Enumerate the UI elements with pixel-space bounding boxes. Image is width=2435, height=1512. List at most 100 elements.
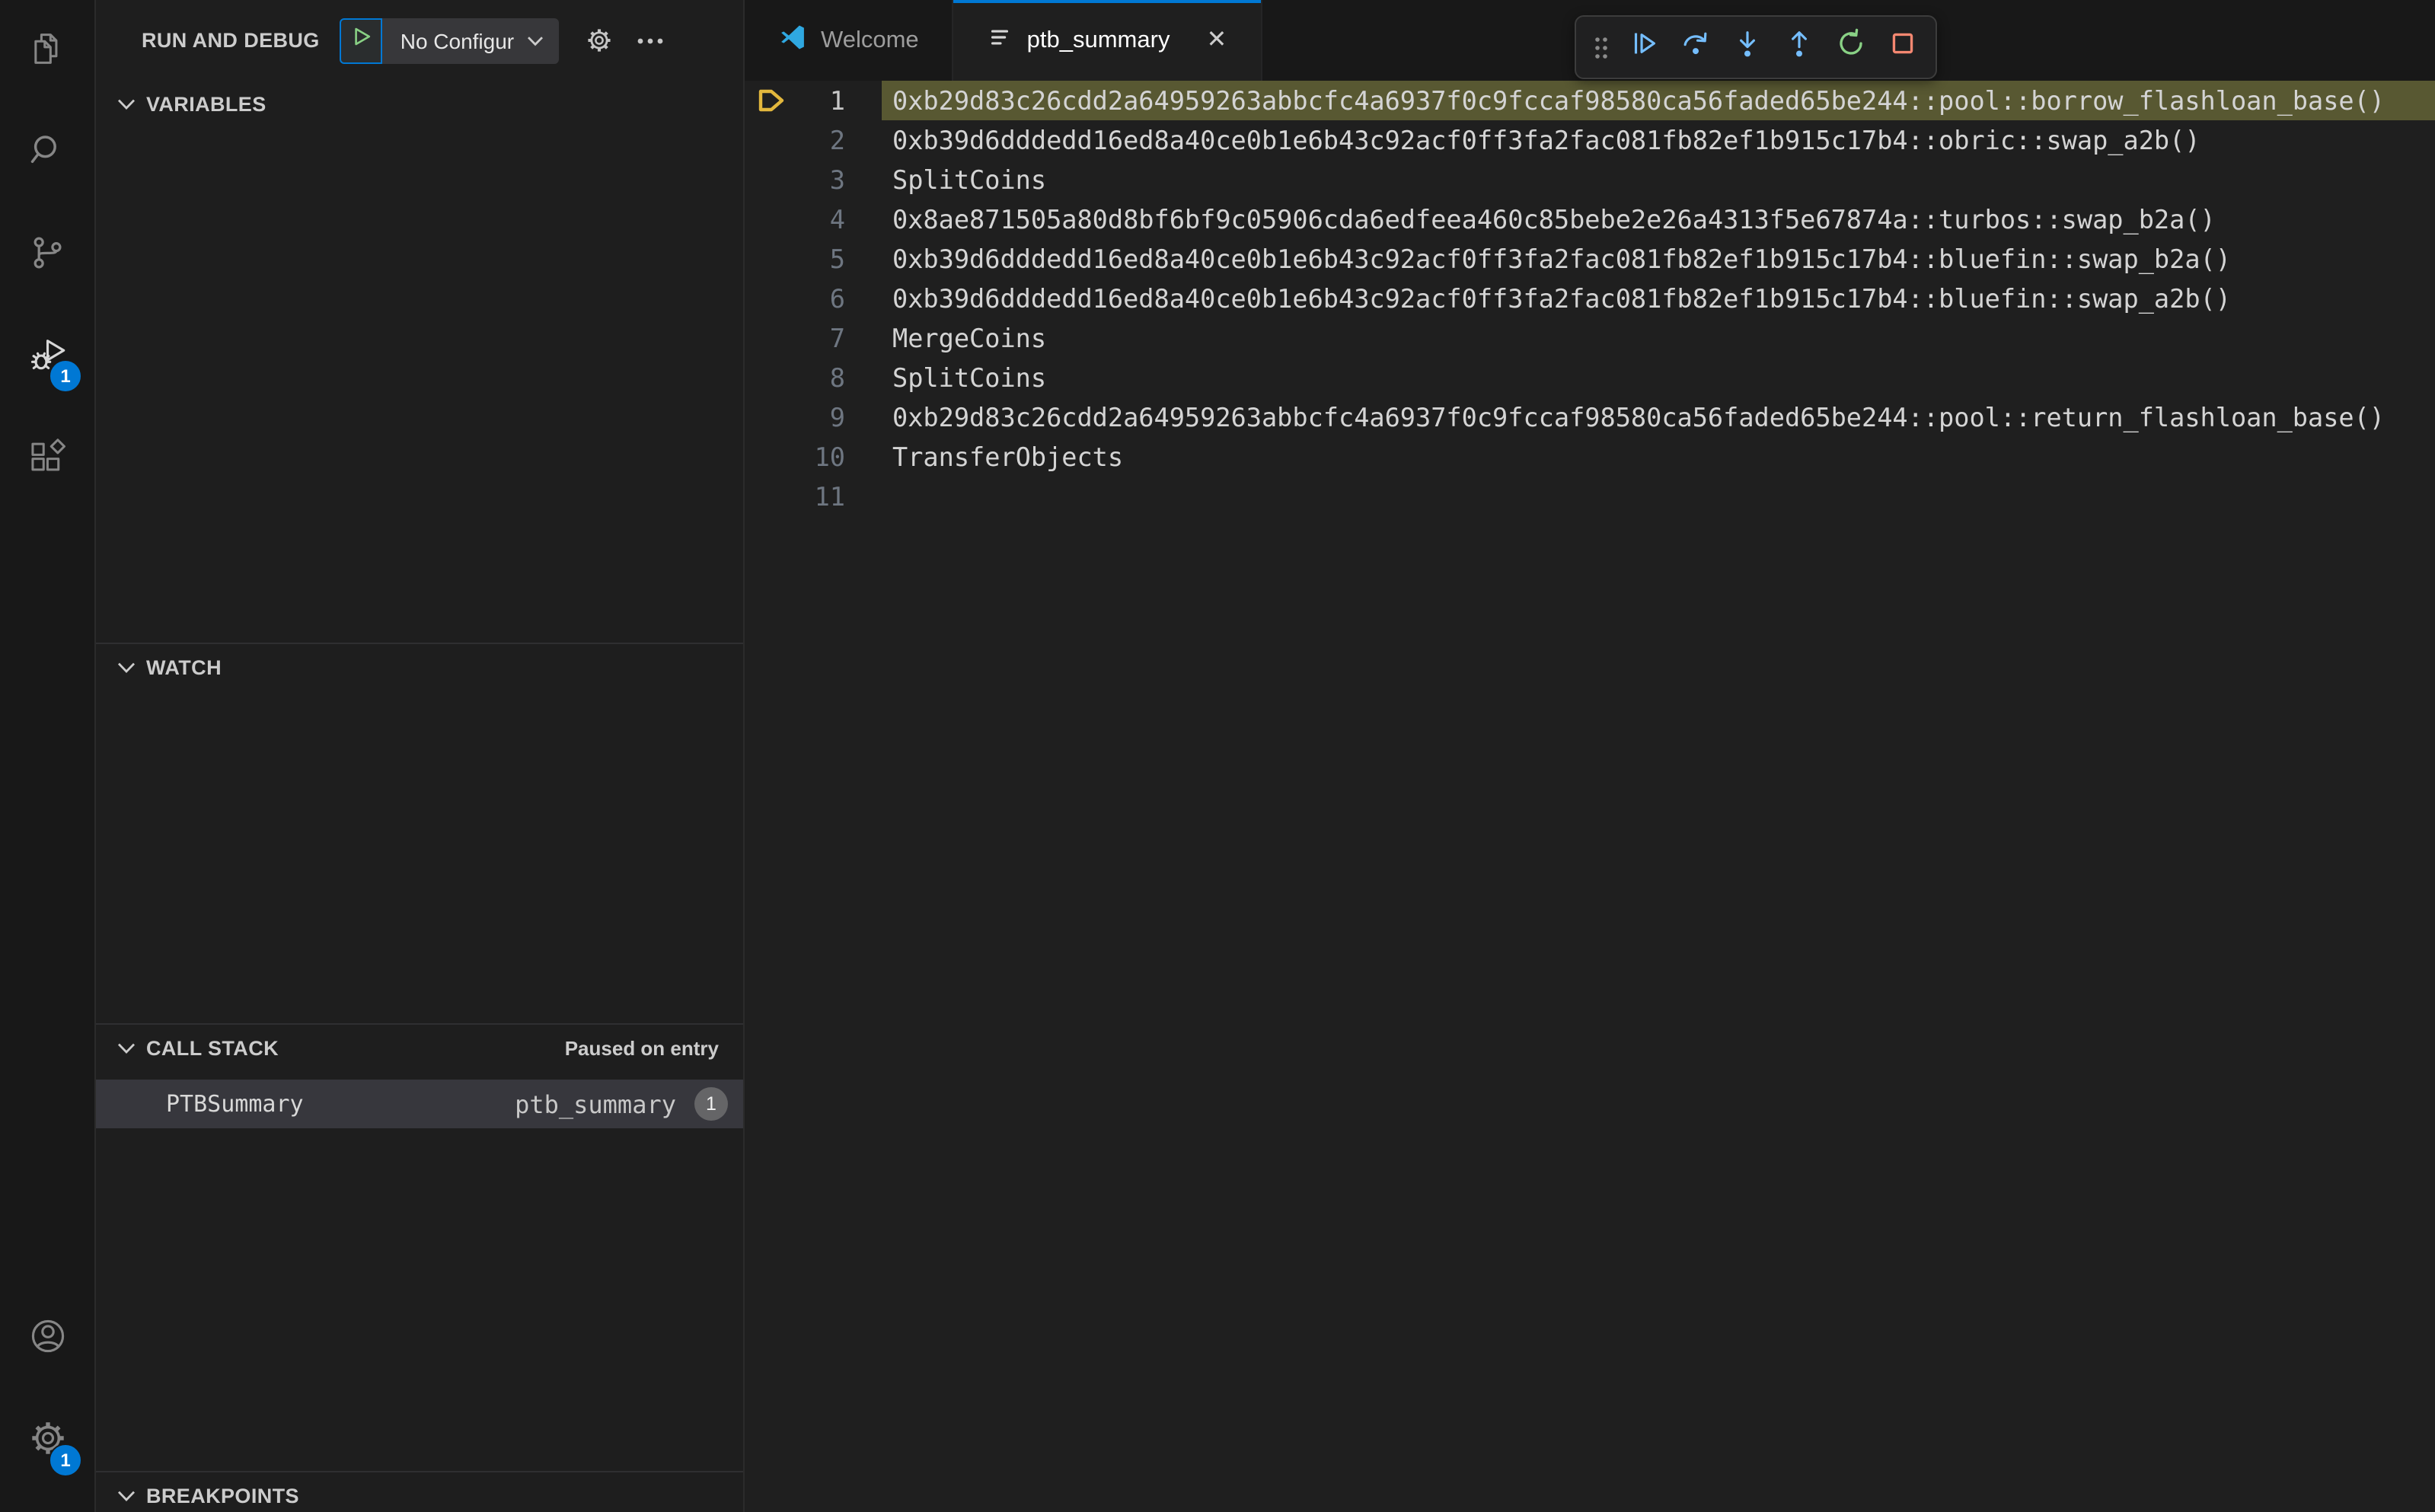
account-icon <box>27 1316 68 1364</box>
call-stack-section: CALL STACK Paused on entry PTBSummary pt… <box>96 1023 743 1471</box>
continue-icon <box>1628 27 1660 67</box>
editor-line[interactable]: 11 <box>745 477 2435 516</box>
line-number: 6 <box>829 283 845 314</box>
line-number: 4 <box>829 204 845 234</box>
breakpoint-gutter[interactable] <box>745 199 796 239</box>
code-text: 0xb39d6dddedd16ed8a40ce0b1e6b43c92acf0ff… <box>892 283 2231 314</box>
code-editor[interactable]: 1 0xb29d83c26cdd2a64959263abbcfc4a6937f0… <box>745 81 2435 1512</box>
line-number: 9 <box>829 402 845 432</box>
variables-section-header[interactable]: VARIABLES <box>96 81 743 126</box>
breakpoint-gutter[interactable] <box>745 160 796 199</box>
watch-section-label: WATCH <box>146 656 222 678</box>
breakpoint-gutter[interactable] <box>745 120 796 160</box>
line-number: 7 <box>829 323 845 353</box>
line-number: 3 <box>829 164 845 195</box>
run-and-debug-sidebar: RUN AND DEBUG No Configur VARIABLES WATC… <box>96 0 745 1512</box>
git-branch-icon <box>27 232 67 279</box>
stop-icon <box>1887 27 1919 67</box>
debug-toolbar <box>1575 15 1937 79</box>
code-text: MergeCoins <box>892 323 1047 353</box>
vscode-window: 1 1 RUN AND DEBUG No Configur VARIABLES … <box>0 0 2435 1512</box>
variables-section: VARIABLES <box>96 81 743 643</box>
editor-line[interactable]: 3 SplitCoins <box>745 160 2435 199</box>
line-number: 11 <box>814 481 845 512</box>
editor-line[interactable]: 1 0xb29d83c26cdd2a64959263abbcfc4a6937f0… <box>745 81 2435 120</box>
settings-button[interactable]: 1 <box>11 1405 84 1479</box>
editor-line[interactable]: 10 TransferObjects <box>745 437 2435 477</box>
toolbar-drag-handle[interactable] <box>1584 23 1617 72</box>
breakpoints-section-label: BREAKPOINTS <box>146 1484 299 1507</box>
step-over-button[interactable] <box>1671 23 1721 72</box>
code-text: 0xb29d83c26cdd2a64959263abbcfc4a6937f0c9… <box>892 402 2386 432</box>
code-text: SplitCoins <box>892 362 1047 393</box>
stack-frame-line-badge: 1 <box>694 1087 728 1121</box>
restart-button[interactable] <box>1826 23 1876 72</box>
start-debugging-button[interactable] <box>339 18 382 63</box>
breakpoint-gutter[interactable] <box>745 358 796 397</box>
line-number: 1 <box>829 85 845 116</box>
editor-line[interactable]: 6 0xb39d6dddedd16ed8a40ce0b1e6b43c92acf0… <box>745 279 2435 318</box>
watch-body <box>96 690 743 1023</box>
sidebar-item-explorer[interactable] <box>11 15 84 88</box>
tab-label: Welcome <box>821 27 919 53</box>
code-text: 0xb29d83c26cdd2a64959263abbcfc4a6937f0c9… <box>882 81 2435 120</box>
editor-line[interactable]: 4 0x8ae871505a80d8bf6bf9c05906cda6edfeea… <box>745 199 2435 239</box>
configuration-dropdown[interactable]: No Configur <box>381 18 559 63</box>
more-actions-button[interactable] <box>636 36 663 45</box>
debug-settings-button[interactable] <box>584 26 613 55</box>
tab-welcome[interactable]: Welcome <box>745 0 954 81</box>
breakpoint-gutter[interactable] <box>745 397 796 437</box>
breakpoints-section: BREAKPOINTS <box>96 1471 743 1512</box>
stop-button[interactable] <box>1878 23 1928 72</box>
debug-badge: 1 <box>49 359 82 393</box>
editor-line[interactable]: 8 SplitCoins <box>745 358 2435 397</box>
breakpoint-gutter[interactable] <box>745 81 796 120</box>
sidebar-item-search[interactable] <box>11 117 84 190</box>
editor-line[interactable]: 9 0xb29d83c26cdd2a64959263abbcfc4a6937f0… <box>745 397 2435 437</box>
code-text: 0xb39d6dddedd16ed8a40ce0b1e6b43c92acf0ff… <box>892 244 2231 274</box>
chevron-down-icon <box>117 97 136 110</box>
sidebar-item-source-control[interactable] <box>11 219 84 292</box>
configuration-dropdown-label: No Configur <box>400 28 515 53</box>
sidebar-item-run-and-debug[interactable]: 1 <box>11 321 84 394</box>
chevron-down-icon <box>117 1488 136 1502</box>
list-icon <box>988 24 1013 57</box>
breakpoint-gutter[interactable] <box>745 318 796 358</box>
editor-line[interactable]: 2 0xb39d6dddedd16ed8a40ce0b1e6b43c92acf0… <box>745 120 2435 160</box>
breakpoint-gutter[interactable] <box>745 239 796 279</box>
variables-section-label: VARIABLES <box>146 92 266 115</box>
editor-line[interactable]: 7 MergeCoins <box>745 318 2435 358</box>
close-icon[interactable]: ✕ <box>1206 27 1227 53</box>
line-number: 10 <box>814 442 845 472</box>
sidebar-item-extensions[interactable] <box>11 423 84 496</box>
call-stack-section-header[interactable]: CALL STACK Paused on entry <box>96 1025 743 1070</box>
step-into-button[interactable] <box>1722 23 1773 72</box>
tab-label: ptb_summary <box>1026 27 1170 53</box>
restart-icon <box>1835 27 1867 67</box>
activity-bar-top: 1 <box>11 0 84 496</box>
call-stack-body <box>96 1128 743 1471</box>
breakpoints-section-header[interactable]: BREAKPOINTS <box>96 1472 743 1512</box>
stack-frame-name: PTBSummary <box>166 1090 304 1118</box>
line-number: 8 <box>829 362 845 393</box>
stack-frame-row[interactable]: PTBSummary ptb_summary 1 <box>96 1080 743 1128</box>
code-text: 0xb39d6dddedd16ed8a40ce0b1e6b43c92acf0ff… <box>892 125 2200 155</box>
variables-body <box>96 126 743 643</box>
step-out-button[interactable] <box>1774 23 1824 72</box>
breakpoint-gutter[interactable] <box>745 279 796 318</box>
search-icon <box>27 130 67 177</box>
accounts-button[interactable] <box>11 1303 84 1376</box>
code-text: SplitCoins <box>892 164 1047 195</box>
tab-ptb-summary[interactable]: ptb_summary ✕ <box>953 0 1262 81</box>
editor-line[interactable]: 5 0xb39d6dddedd16ed8a40ce0b1e6b43c92acf0… <box>745 239 2435 279</box>
continue-button[interactable] <box>1619 23 1669 72</box>
settings-badge: 1 <box>49 1443 82 1477</box>
breakpoint-gutter[interactable] <box>745 477 796 516</box>
extensions-icon <box>27 436 67 483</box>
watch-section-header[interactable]: WATCH <box>96 644 743 690</box>
editor-area: Welcome ptb_summary ✕ 1 0xb29d83c26cdd2a… <box>745 0 2435 1512</box>
debug-pause-status: Paused on entry <box>564 1036 719 1059</box>
watch-section: WATCH <box>96 643 743 1023</box>
launch-configuration-control: No Configur <box>339 18 559 63</box>
breakpoint-gutter[interactable] <box>745 437 796 477</box>
